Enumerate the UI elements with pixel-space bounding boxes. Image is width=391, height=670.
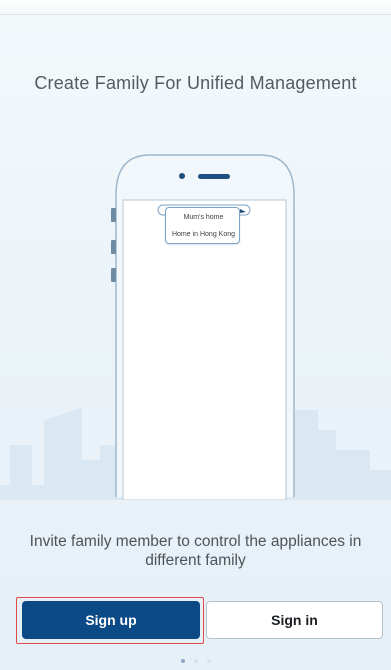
- phone-speaker-icon: [198, 174, 230, 179]
- onboarding-screen: Create Family For Unified Management Mum…: [0, 0, 391, 670]
- popup-item-mums-home: Mum's home: [183, 214, 224, 221]
- family-illustration: [0, 154, 391, 500]
- family-switch-popup: Mum's home Home in Hong Kong: [165, 207, 240, 244]
- page-dot-2[interactable]: [193, 659, 198, 663]
- feature-caption: Invite family member to control the appl…: [29, 533, 362, 569]
- page-indicator: [0, 659, 391, 665]
- phone-camera-icon: [179, 173, 185, 179]
- page-dot-3[interactable]: [206, 659, 211, 663]
- sign-in-button[interactable]: Sign in: [206, 601, 383, 639]
- top-divider: [0, 14, 391, 15]
- sign-up-button[interactable]: Sign up: [22, 601, 200, 639]
- page-dot-1[interactable]: [180, 659, 185, 663]
- page-title: Create Family For Unified Management: [34, 73, 357, 93]
- popup-item-home-in-hong-kong: Home in Hong Kong: [171, 231, 236, 238]
